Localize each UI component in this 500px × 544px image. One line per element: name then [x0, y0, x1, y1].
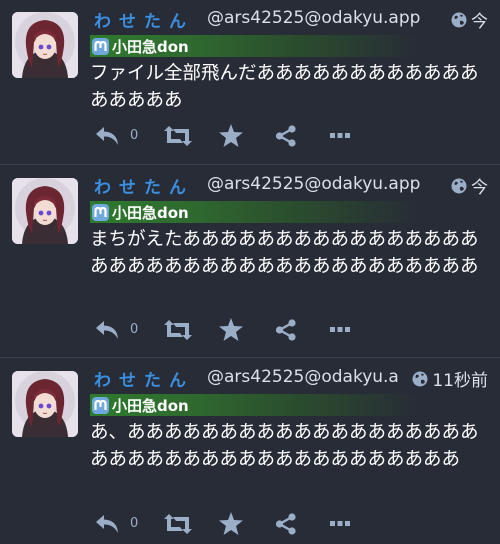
status-content: まちがえたあああああああああああああああああああああああああああああああああああ… [90, 229, 479, 277]
account-handle[interactable]: @ars42525@odakyu.app [207, 367, 399, 387]
mastodon-icon [92, 203, 109, 221]
account-handle[interactable]: @ars42525@odakyu.app [207, 8, 420, 28]
share-icon [276, 512, 296, 535]
display-name[interactable]: わせたん [94, 173, 194, 198]
boost-button[interactable] [164, 513, 193, 535]
timestamp-text: 今 [471, 178, 488, 198]
timestamp[interactable]: 今 [451, 173, 488, 198]
action-bar: 0 [94, 512, 351, 535]
badge-label: 小田急don [112, 396, 189, 415]
status-card[interactable]: わせたん @ars42525@odakyu.app 11秒前 小田急don あ、… [0, 359, 500, 544]
action-bar: 0 [94, 124, 351, 147]
mastodon-icon [92, 37, 109, 55]
more-icon [330, 326, 351, 332]
globe-icon [451, 12, 467, 27]
instance-badge: 小田急don [90, 394, 420, 416]
action-bar: 0 [94, 318, 351, 341]
reply-button[interactable]: 0 [94, 319, 138, 341]
favourite-button[interactable] [219, 318, 244, 341]
boost-button[interactable] [164, 319, 193, 341]
badge-label: 小田急don [112, 37, 189, 56]
star-icon [219, 318, 244, 341]
status-content: あ、ああああああああああああああああああああああああああああああああああああああ… [90, 422, 479, 470]
status-card[interactable]: わせたん @ars42525@odakyu.app 今 小田急don まちがえた… [0, 166, 500, 358]
boost-icon [164, 513, 193, 534]
share-button[interactable] [275, 318, 297, 341]
star-icon [219, 512, 244, 535]
reply-button[interactable]: 0 [94, 513, 138, 535]
reply-count: 0 [130, 322, 139, 337]
share-icon [276, 318, 296, 341]
avatar[interactable] [12, 371, 78, 437]
share-button[interactable] [275, 512, 297, 535]
more-button[interactable] [330, 520, 351, 527]
instance-badge: 小田急don [90, 35, 420, 57]
status-content: ファイル全部飛んだあああああああああああああああああ [90, 63, 479, 111]
instance-badge: 小田急don [90, 201, 420, 223]
mastodon-icon [92, 396, 109, 414]
timestamp[interactable]: 11秒前 [412, 366, 488, 391]
badge-label: 小田急don [112, 203, 189, 222]
more-icon [330, 132, 351, 138]
reply-count: 0 [130, 128, 139, 143]
share-button[interactable] [275, 124, 297, 147]
reply-count: 0 [130, 516, 139, 531]
timestamp[interactable]: 今 [451, 7, 488, 32]
reply-icon [96, 320, 118, 339]
star-icon [219, 124, 244, 147]
account-handle[interactable]: @ars42525@odakyu.app [207, 174, 420, 194]
globe-icon [412, 371, 428, 386]
more-icon [330, 520, 351, 526]
boost-button[interactable] [164, 125, 193, 147]
timestamp-text: 11秒前 [432, 371, 488, 391]
more-button[interactable] [330, 326, 351, 333]
reply-icon [96, 126, 118, 145]
timestamp-text: 今 [471, 12, 488, 32]
boost-icon [164, 125, 193, 146]
timeline: わせたん @ars42525@odakyu.app 今 小田急don ファイル全… [0, 0, 500, 544]
share-icon [276, 124, 296, 147]
globe-icon [451, 178, 467, 193]
more-button[interactable] [330, 132, 351, 139]
display-name[interactable]: わせたん [94, 366, 194, 391]
favourite-button[interactable] [219, 512, 244, 535]
reply-button[interactable]: 0 [94, 125, 138, 147]
reply-icon [96, 514, 118, 533]
avatar[interactable] [12, 178, 78, 244]
avatar[interactable] [12, 12, 78, 78]
boost-icon [164, 319, 193, 340]
favourite-button[interactable] [219, 124, 244, 147]
status-card[interactable]: わせたん @ars42525@odakyu.app 今 小田急don ファイル全… [0, 0, 500, 165]
display-name[interactable]: わせたん [94, 7, 194, 32]
